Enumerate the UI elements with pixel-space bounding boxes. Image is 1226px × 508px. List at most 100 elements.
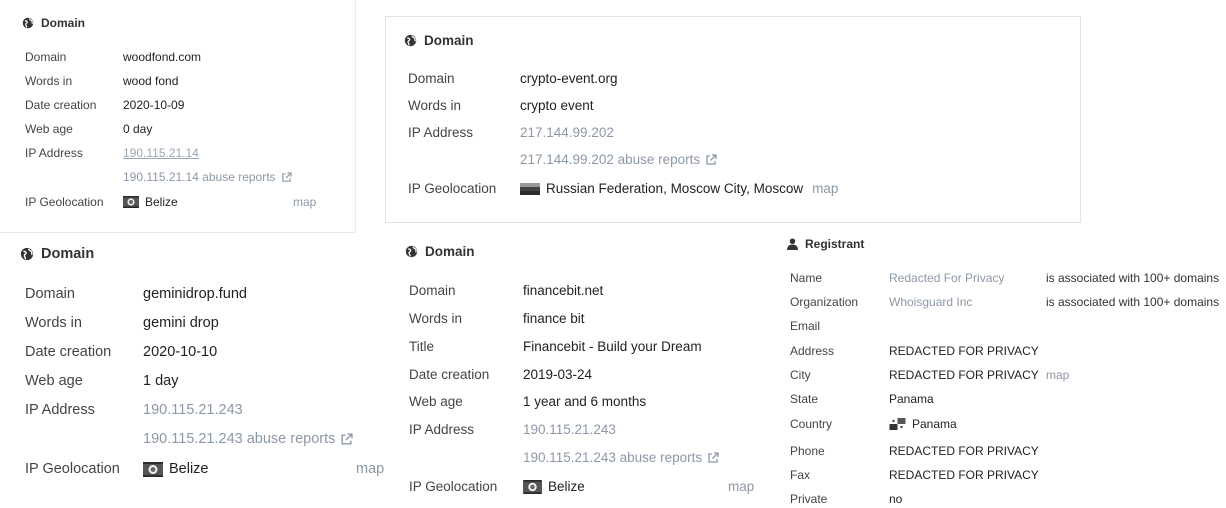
value-words: finance bit — [523, 311, 585, 326]
abuse-reports-link[interactable]: 217.144.99.202 abuse reports — [520, 152, 717, 167]
label-date-creation: Date creation — [409, 367, 490, 382]
ip-address-link[interactable]: 190.115.21.14 — [123, 146, 199, 160]
map-link[interactable]: map — [293, 195, 316, 209]
label-name: Name — [790, 271, 823, 285]
label-organization: Organization — [790, 295, 859, 309]
domain-panel-geminidrop: Domain Domain geminidrop.fund Words in gem… — [0, 236, 392, 508]
abuse-reports-link[interactable]: 190.115.21.243 abuse reports — [143, 431, 354, 447]
panel-header: Registrant — [787, 237, 864, 251]
geolocation-text: Belize — [169, 461, 209, 477]
belize-flag-icon — [123, 196, 139, 208]
org-association-note: is associated with 100+ domains — [1046, 295, 1220, 309]
value-city: REDACTED FOR PRIVACY — [889, 368, 1039, 382]
value-ip-geolocation: Belize — [123, 195, 178, 209]
value-state: Panama — [889, 392, 934, 406]
globe-icon — [22, 17, 34, 29]
label-words: Words in — [25, 315, 82, 331]
panel-title: Domain — [424, 33, 474, 48]
belize-flag-icon — [143, 461, 163, 477]
abuse-reports-link[interactable]: 190.115.21.14 abuse reports — [123, 170, 292, 184]
value-ip-geolocation: Belize — [143, 461, 209, 477]
panel-title: Domain — [425, 244, 475, 259]
globe-icon — [20, 247, 34, 261]
domain-panel-woodfond: Domain Domain woodfond.com Words in wood f… — [0, 0, 356, 233]
value-site-title: Financebit - Build your Dream — [523, 339, 702, 354]
value-ip-geolocation: Belize — [523, 479, 585, 494]
label-domain: Domain — [409, 283, 456, 298]
domain-panel-crypto-event: Domain Domain crypto-event.org Words in cr… — [385, 16, 1081, 223]
abuse-reports-link[interactable]: 190.115.21.243 abuse reports — [523, 450, 719, 465]
label-web-age: Web age — [25, 373, 83, 389]
label-city: City — [790, 368, 811, 382]
label-words: Words in — [408, 98, 462, 113]
registrant-name-link[interactable]: Redacted For Privacy — [889, 271, 1004, 285]
value-date-creation: 2020-10-10 — [143, 344, 218, 360]
label-web-age: Web age — [25, 122, 73, 136]
label-ip-address: IP Address — [25, 146, 83, 160]
value-ip-geolocation: Russian Federation, Moscow City, Moscow … — [520, 181, 838, 196]
label-ip-geolocation: IP Geolocation — [408, 181, 497, 196]
globe-icon — [404, 34, 417, 47]
external-link-icon — [341, 432, 354, 445]
belize-flag-icon — [523, 479, 542, 494]
value-words: crypto event — [520, 98, 594, 113]
value-web-age: 1 day — [143, 373, 179, 389]
geolocation-text: Belize — [548, 479, 585, 494]
external-link-icon — [708, 451, 719, 463]
label-domain: Domain — [25, 286, 75, 302]
label-address: Address — [790, 344, 835, 358]
ip-address-link[interactable]: 190.115.21.243 — [523, 422, 616, 437]
label-words: Words in — [25, 74, 73, 88]
label-ip-address: IP Address — [25, 402, 95, 418]
label-domain: Domain — [408, 71, 455, 86]
ip-address-link[interactable]: 190.115.21.243 — [143, 402, 243, 418]
value-domain: crypto-event.org — [520, 71, 618, 86]
label-words: Words in — [409, 311, 463, 326]
abuse-reports-label: 190.115.21.243 abuse reports — [143, 431, 336, 447]
panel-header: Domain — [405, 244, 475, 259]
value-date-creation: 2019-03-24 — [523, 367, 593, 382]
label-country: Country — [790, 417, 833, 431]
panel-title: Registrant — [805, 237, 865, 251]
panama-flag-icon — [889, 418, 906, 430]
registrant-org-link[interactable]: Whoisguard Inc — [889, 295, 972, 309]
label-title: Title — [409, 339, 435, 354]
name-association-note: is associated with 100+ domains — [1046, 271, 1220, 285]
external-link-icon — [281, 171, 292, 182]
panel-header: Domain — [22, 16, 85, 30]
map-link[interactable]: map — [728, 479, 754, 494]
value-domain: woodfond.com — [123, 50, 202, 64]
value-date-creation: 2020-10-09 — [123, 98, 185, 112]
value-country: Panama — [889, 417, 957, 431]
value-words: wood fond — [123, 74, 179, 88]
value-domain: financebit.net — [523, 283, 604, 298]
value-words: gemini drop — [143, 315, 219, 331]
label-ip-address: IP Address — [408, 125, 474, 140]
map-link[interactable]: map — [356, 461, 384, 477]
value-web-age: 0 day — [123, 122, 153, 136]
label-private: Private — [790, 492, 828, 506]
value-private: no — [889, 492, 903, 506]
label-ip-geolocation: IP Geolocation — [25, 195, 104, 209]
domain-panel-financebit: Domain Domain financebit.net Words in fina… — [392, 228, 770, 508]
russia-flag-icon — [520, 182, 540, 195]
panel-header: Domain — [404, 33, 474, 48]
label-web-age: Web age — [409, 394, 463, 409]
label-date-creation: Date creation — [25, 98, 97, 112]
registrant-panel: Registrant Name Redacted For Privacy is … — [775, 225, 1226, 508]
label-ip-geolocation: IP Geolocation — [409, 479, 498, 494]
value-domain: geminidrop.fund — [143, 286, 247, 302]
panel-header: Domain — [20, 246, 94, 262]
map-link[interactable]: map — [812, 181, 838, 196]
label-fax: Fax — [790, 468, 811, 482]
label-state: State — [790, 392, 819, 406]
geolocation-text: Belize — [145, 195, 178, 209]
value-web-age: 1 year and 6 months — [523, 394, 647, 409]
panel-title: Domain — [41, 16, 86, 30]
ip-address-link[interactable]: 217.144.99.202 — [520, 125, 614, 140]
abuse-reports-label: 217.144.99.202 abuse reports — [520, 152, 701, 167]
user-icon — [787, 238, 798, 250]
abuse-reports-label: 190.115.21.14 abuse reports — [123, 170, 276, 184]
map-link[interactable]: map — [1046, 368, 1069, 382]
country-text: Panama — [912, 417, 957, 431]
